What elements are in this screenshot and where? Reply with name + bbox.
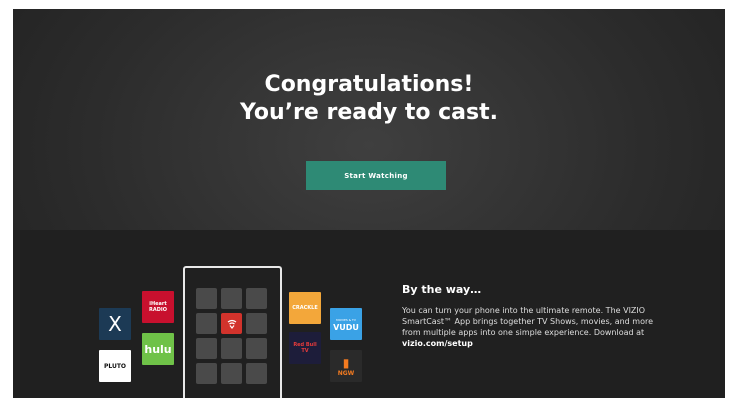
xumo-app-icon: X bbox=[99, 308, 131, 340]
ngw-app-icon: ▮ NGW bbox=[330, 350, 362, 382]
phone-app-slot bbox=[196, 338, 217, 359]
hulu-app-icon: hulu bbox=[142, 333, 174, 365]
phone-app-slot bbox=[196, 313, 217, 334]
phone-app-slot bbox=[221, 363, 242, 384]
smartcast-app-icon bbox=[221, 313, 242, 334]
headline-line-1: Congratulations! bbox=[264, 72, 474, 97]
crackle-app-icon: CRACKLE bbox=[289, 292, 321, 324]
ngw-logo-mark: ▮ bbox=[342, 355, 350, 370]
phone-app-slot bbox=[246, 363, 267, 384]
iheartradio-app-icon: iHeart RADIO bbox=[142, 291, 174, 323]
phone-app-slot bbox=[196, 363, 217, 384]
vudu-logo-text: VUDU bbox=[333, 323, 359, 332]
ngw-logo-text: NGW bbox=[337, 369, 355, 377]
info-title: By the way… bbox=[402, 283, 482, 296]
phone-app-slot bbox=[246, 338, 267, 359]
redbull-logo-subtext: TV bbox=[301, 348, 309, 354]
pluto-tv-app-icon: PLUTO bbox=[99, 350, 131, 382]
phone-app-slot bbox=[221, 338, 242, 359]
screen: Congratulations! You’re ready to cast. S… bbox=[0, 0, 736, 400]
phone-app-grid bbox=[196, 288, 268, 384]
headline: Congratulations! You’re ready to cast. bbox=[13, 71, 725, 127]
phone-app-slot bbox=[196, 288, 217, 309]
phone-app-slot bbox=[221, 288, 242, 309]
tv-display: Congratulations! You’re ready to cast. S… bbox=[13, 9, 725, 398]
pluto-logo-text: PLUTO bbox=[103, 362, 127, 370]
headline-line-2: You’re ready to cast. bbox=[240, 100, 498, 125]
info-body: You can turn your phone into the ultimat… bbox=[402, 305, 672, 349]
phone-app-slot bbox=[246, 313, 267, 334]
info-body-text: You can turn your phone into the ultimat… bbox=[402, 306, 654, 337]
xumo-logo-text: X bbox=[108, 312, 122, 336]
redbull-tv-app-icon: Red Bull TV bbox=[289, 332, 321, 364]
hulu-logo-text: hulu bbox=[144, 342, 172, 356]
vudu-app-icon: MOVIES & TV VUDU bbox=[330, 308, 362, 340]
crackle-logo-text: CRACKLE bbox=[292, 305, 318, 311]
start-watching-button[interactable]: Start Watching bbox=[306, 161, 446, 190]
iheart-logo-subtext: RADIO bbox=[149, 307, 167, 313]
phone-app-slot bbox=[246, 288, 267, 309]
phone-illustration bbox=[183, 266, 282, 398]
setup-link[interactable]: vizio.com/setup bbox=[402, 339, 473, 348]
